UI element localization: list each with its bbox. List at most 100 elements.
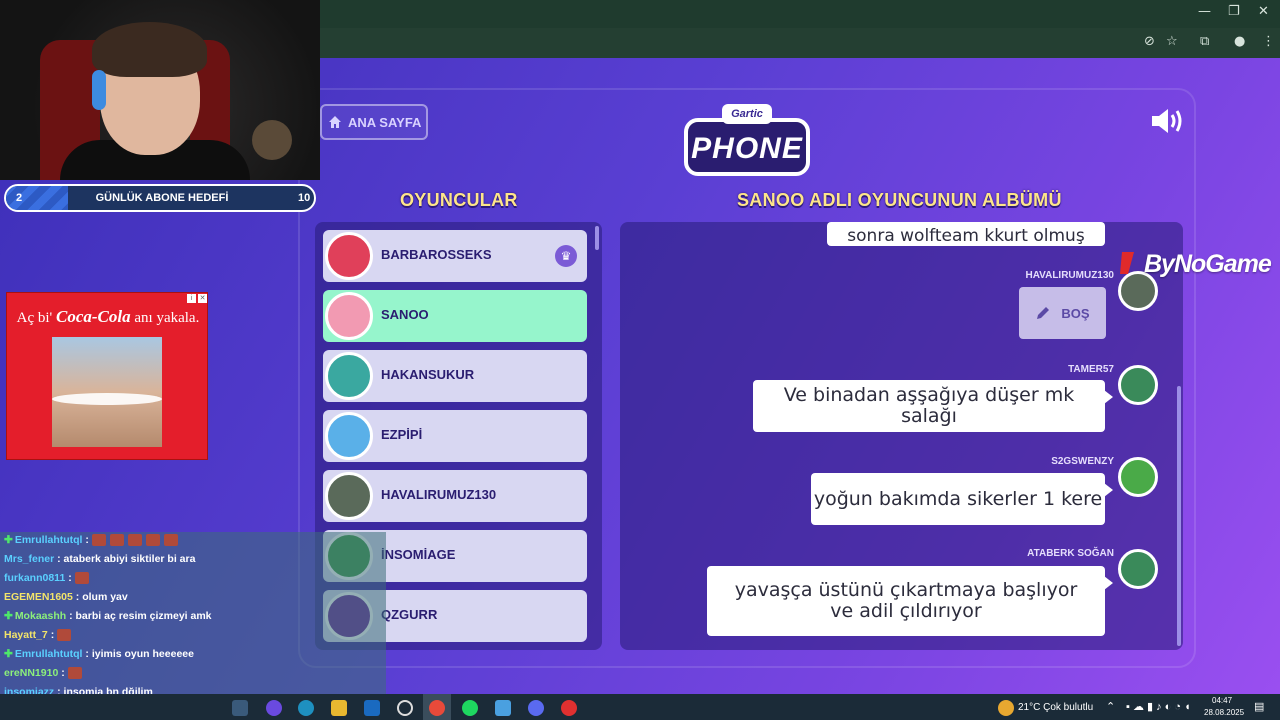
emote-icon bbox=[91, 534, 106, 547]
ad-info-icon[interactable]: i bbox=[187, 294, 196, 303]
coca-cola-ad[interactable]: i ✕ Aç bi' Coca-Cola anı yakala. bbox=[6, 292, 208, 460]
outlook-icon[interactable] bbox=[364, 700, 380, 716]
player-row[interactable]: BARBAROSSEKS ♛ bbox=[323, 230, 587, 282]
chat-username[interactable]: Emrullahtutql bbox=[15, 534, 83, 546]
speaker-icon[interactable] bbox=[1150, 106, 1186, 136]
ad-photo bbox=[52, 337, 162, 447]
empty-drawing: BOŞ bbox=[1019, 287, 1106, 339]
chat-message: ereNN1910 : bbox=[4, 667, 86, 685]
chrome-icon[interactable] bbox=[429, 700, 445, 716]
clock-date[interactable]: 28.08.2025 bbox=[1204, 708, 1244, 717]
album-text-entry: yavaşça üstünü çıkartmaya başlıyor ve ad… bbox=[707, 566, 1113, 636]
ad-wave bbox=[52, 393, 162, 405]
tray-chevron-icon[interactable]: ⌃ bbox=[1106, 700, 1115, 713]
bynogame-logo-mark bbox=[1120, 252, 1134, 274]
chat-message: furkann0811 : bbox=[4, 572, 93, 590]
players-scrollbar[interactable] bbox=[595, 226, 599, 250]
chat-text: iyimis oyun heeeeee bbox=[91, 648, 194, 660]
player-name: HAVALIRUMUZ130 bbox=[381, 487, 497, 502]
album-scrollbar[interactable] bbox=[1177, 386, 1181, 646]
chat-username[interactable]: furkann0811 bbox=[4, 572, 65, 584]
avatar bbox=[325, 352, 373, 400]
restore-button[interactable]: ❐ bbox=[1228, 4, 1240, 19]
avatar bbox=[1118, 365, 1158, 405]
player-row[interactable]: SANOO bbox=[323, 290, 587, 342]
player-row[interactable]: EZPİPİ bbox=[323, 410, 587, 462]
emote-icon bbox=[163, 534, 178, 547]
avatar bbox=[325, 292, 373, 340]
player-name: İNSOMİAGE bbox=[381, 547, 456, 562]
player-name: EZPİPİ bbox=[381, 427, 423, 442]
entry-username: S2GSWENZY bbox=[1051, 456, 1114, 467]
avatar bbox=[325, 232, 373, 280]
chat-username[interactable]: Mokaashh bbox=[15, 610, 66, 622]
chat-username[interactable]: Hayatt_7 bbox=[4, 629, 48, 641]
chat-text: olum yav bbox=[82, 591, 128, 603]
home-icon bbox=[329, 116, 341, 128]
chat-username[interactable]: Mrs_fener bbox=[4, 553, 54, 565]
weather-icon[interactable] bbox=[998, 700, 1014, 716]
sub-badge-icon: ✚ bbox=[4, 534, 13, 546]
profile-icon[interactable]: ● bbox=[1234, 34, 1245, 49]
home-button[interactable]: ANA SAYFA bbox=[320, 104, 428, 140]
chat-message: ✚ Emrullahtutql : iyimis oyun heeeeee bbox=[4, 648, 194, 660]
player-name: SANOO bbox=[381, 307, 429, 322]
copilot-icon[interactable] bbox=[266, 700, 282, 716]
emote-icon bbox=[127, 534, 142, 547]
clock-time[interactable]: 04:47 bbox=[1212, 696, 1232, 705]
emote-icon bbox=[74, 572, 89, 585]
player-row[interactable]: HAVALIRUMUZ130 bbox=[323, 470, 587, 522]
sub-badge-icon: ✚ bbox=[4, 648, 13, 660]
edge-icon[interactable] bbox=[298, 700, 314, 716]
eye-off-icon[interactable]: ⊘ bbox=[1144, 34, 1155, 49]
spotify-icon[interactable] bbox=[462, 700, 478, 716]
file-explorer-icon[interactable] bbox=[331, 700, 347, 716]
players-heading: OYUNCULAR bbox=[400, 190, 518, 210]
webcam-feed bbox=[0, 0, 320, 180]
stream-chat: ✚ Emrullahtutql : Mrs_fener : ataberk abi… bbox=[0, 532, 386, 718]
chat-message: ✚ Emrullahtutql : bbox=[4, 534, 182, 552]
xbox-icon[interactable] bbox=[397, 700, 413, 716]
discord-icon[interactable] bbox=[528, 700, 544, 716]
minimize-button[interactable]: — bbox=[1198, 4, 1211, 19]
entry-username: TAMER57 bbox=[1068, 364, 1114, 375]
entry-username: ATABERK SOĞAN bbox=[1027, 548, 1114, 559]
ad-slogan: Aç bi' Coca-Cola anı yakala. bbox=[16, 307, 200, 326]
home-button-label: ANA SAYFA bbox=[348, 114, 422, 130]
album-text-entry: yoğun bakımda sikerler 1 kere bbox=[811, 473, 1113, 525]
star-icon[interactable]: ☆ bbox=[1166, 34, 1178, 49]
chat-message: Hayatt_7 : bbox=[4, 629, 75, 647]
subscriber-goal-bar: GÜNLÜK ABONE HEDEFİ 2 10 bbox=[4, 184, 316, 212]
emote-icon bbox=[67, 667, 82, 680]
sub-badge-icon: ✚ bbox=[4, 610, 13, 622]
extensions-icon[interactable]: ⧉ bbox=[1200, 34, 1209, 49]
chat-message: EGEMEN1605 : olum yav bbox=[4, 591, 128, 603]
album-heading: SANOO ADLI OYUNCUNUN ALBÜMÜ bbox=[737, 190, 1062, 210]
album-partial-entry: sonra wolfteam kkurt olmuş bbox=[827, 222, 1105, 246]
chat-message: ✚ Mokaashh : barbi aç resim çizmeyi amk bbox=[4, 610, 212, 622]
emote-icon bbox=[109, 534, 124, 547]
pencil-icon bbox=[1037, 307, 1050, 319]
obs-icon[interactable] bbox=[561, 700, 577, 716]
close-window-button[interactable]: ✕ bbox=[1258, 4, 1269, 19]
weather-text[interactable]: 21°C Çok bulutlu bbox=[1018, 702, 1093, 713]
chat-text: ataberk abiyi siktiler bi ara bbox=[63, 553, 196, 565]
ad-close-icon[interactable]: ✕ bbox=[198, 294, 207, 303]
steam-icon[interactable] bbox=[495, 700, 511, 716]
notifications-icon[interactable]: ▤ bbox=[1254, 700, 1264, 713]
album-text-entry: Ve binadan aşşağıya düşer mk salağı bbox=[753, 380, 1113, 432]
player-name: HAKANSUKUR bbox=[381, 367, 475, 382]
avatar bbox=[1118, 549, 1158, 589]
chat-username[interactable]: ereNN1910 bbox=[4, 667, 58, 679]
player-name: QZGURR bbox=[381, 607, 438, 622]
gartic-phone-logo: Gartic PHONE bbox=[684, 104, 810, 180]
chat-message: Mrs_fener : ataberk abiyi siktiler bi ar… bbox=[4, 553, 196, 565]
task-view-icon[interactable] bbox=[232, 700, 248, 716]
tray-icons[interactable]: ▪ ☁ ▮ ♪ ◐ ◔ ◖ bbox=[1126, 700, 1191, 713]
menu-icon[interactable]: ⋮ bbox=[1262, 34, 1275, 49]
player-row[interactable]: HAKANSUKUR bbox=[323, 350, 587, 402]
emote-icon bbox=[57, 629, 72, 642]
avatar bbox=[1118, 457, 1158, 497]
chat-username[interactable]: EGEMEN1605 bbox=[4, 591, 73, 603]
chat-username[interactable]: Emrullahtutql bbox=[15, 648, 83, 660]
